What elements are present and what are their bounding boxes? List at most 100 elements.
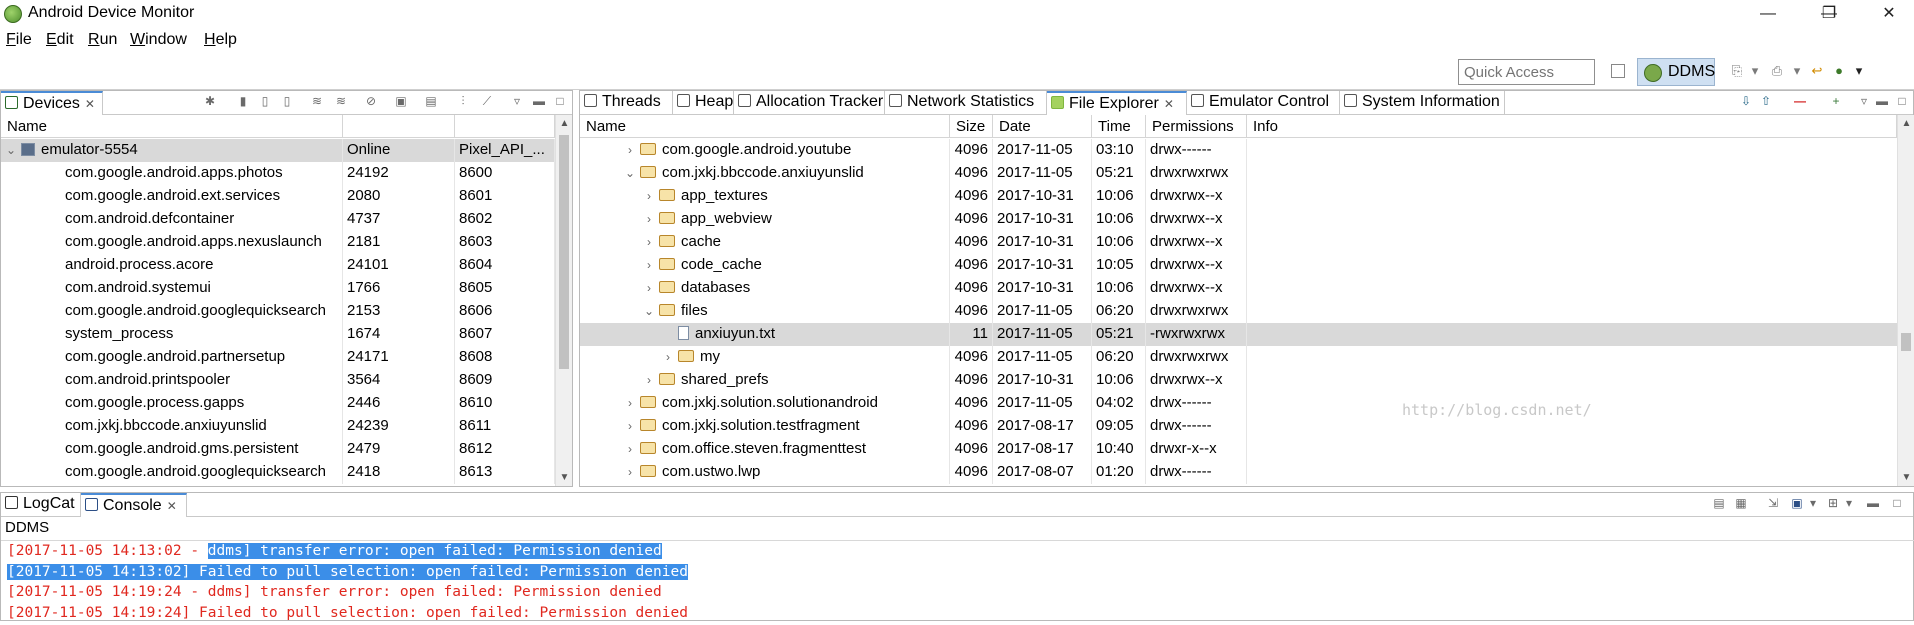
devices-scrollbar[interactable]: ▲ ▼ <box>555 115 572 486</box>
close-icon[interactable]: ✕ <box>1164 97 1174 111</box>
dump-hprof-icon[interactable]: ▯ <box>259 95 271 107</box>
folder-row[interactable]: › my 4096 2017-11-05 06:20 drwxrwxrwx <box>580 346 1897 369</box>
explorer-scroll-thumb[interactable] <box>1901 333 1911 351</box>
tab-console[interactable]: Console ✕ <box>81 493 187 517</box>
process-row[interactable]: com.jxkj.bbccode.anxiuyunslid 24239 8611 <box>1 415 555 438</box>
pin-console-icon[interactable]: ⇲ <box>1767 497 1779 509</box>
view-menu-icon[interactable]: ▿ <box>1858 95 1870 107</box>
chevron-right-icon[interactable]: › <box>643 189 655 203</box>
chevron-right-icon[interactable]: › <box>624 396 636 410</box>
process-row[interactable]: system_process 1674 8607 <box>1 323 555 346</box>
close-icon[interactable]: ✕ <box>167 499 177 513</box>
screen-capture-icon[interactable]: ▣ <box>395 95 407 107</box>
stop-process-icon[interactable]: ⊘ <box>365 95 377 107</box>
process-row[interactable]: com.google.android.partnersetup 24171 8608 <box>1 346 555 369</box>
scroll-up-icon[interactable]: ▲ <box>1898 115 1914 132</box>
folder-row[interactable]: › com.google.android.youtube 4096 2017-11-0… <box>580 139 1897 162</box>
close-icon[interactable]: ✕ <box>85 97 95 111</box>
explorer-header-info[interactable]: Info <box>1247 115 1897 138</box>
view-menu-icon[interactable]: ▿ <box>511 95 523 107</box>
process-row[interactable]: com.google.android.apps.nexuslaunch 2181 8… <box>1 231 555 254</box>
pull-file-icon[interactable]: ⇩ <box>1740 95 1752 107</box>
process-row[interactable]: android.process.acore 24101 8604 <box>1 254 555 277</box>
tab-logcat[interactable]: LogCat <box>1 493 81 517</box>
process-row[interactable]: com.android.systemui 1766 8605 <box>1 277 555 300</box>
push-file-icon[interactable]: ⇧ <box>1760 95 1772 107</box>
folder-row[interactable]: › cache 4096 2017-10-31 10:06 drwxrwx--x <box>580 231 1897 254</box>
file-row[interactable]: anxiuyun.txt 11 2017-11-05 05:21 -rwxrwxrwx <box>580 323 1897 346</box>
ddms-perspective-button[interactable]: DDMS <box>1637 58 1715 86</box>
menu-file[interactable]: File <box>6 31 32 49</box>
quick-access-input[interactable] <box>1458 59 1595 85</box>
display-console-icon[interactable]: ▣ <box>1791 497 1803 509</box>
maximize-icon[interactable]: □ <box>1891 497 1903 509</box>
explorer-header-name[interactable]: Name <box>580 115 950 138</box>
tab-network-statistics[interactable]: Network Statistics <box>885 91 1047 115</box>
clear-console-icon[interactable]: ▤ <box>1713 497 1725 509</box>
process-row[interactable]: com.google.process.gapps 2446 8610 <box>1 392 555 415</box>
tab-file-explorer[interactable]: File Explorer ✕ <box>1047 91 1187 115</box>
tab-heap[interactable]: Heap <box>673 91 734 115</box>
chevron-down-icon[interactable]: ▾ <box>1843 497 1855 509</box>
folder-row[interactable]: › app_textures 4096 2017-10-31 10:06 drwxrwx-… <box>580 185 1897 208</box>
folder-row[interactable]: › com.office.steven.fragmenttest 4096 2017-… <box>580 438 1897 461</box>
chevron-right-icon[interactable]: › <box>643 235 655 249</box>
chevron-down-icon[interactable]: ▾ <box>1748 64 1762 78</box>
tab-allocation-tracker[interactable]: Allocation Tracker <box>734 91 885 115</box>
delete-icon[interactable]: — <box>1794 95 1806 107</box>
menu-run[interactable]: Run <box>88 31 117 49</box>
folder-row[interactable]: › databases 4096 2017-10-31 10:06 drwxrwx--x <box>580 277 1897 300</box>
device-row-emulator[interactable]: ⌄ emulator-5554 Online Pixel_API_... <box>1 139 555 162</box>
chevron-right-icon[interactable]: › <box>643 258 655 272</box>
open-perspective-icon[interactable] <box>1611 64 1625 78</box>
chevron-right-icon[interactable]: › <box>662 350 674 364</box>
chevron-down-icon[interactable]: ⌄ <box>5 143 17 157</box>
chevron-right-icon[interactable]: › <box>643 373 655 387</box>
menu-help[interactable]: Help <box>204 31 237 49</box>
explorer-header-time[interactable]: Time <box>1092 115 1146 138</box>
folder-row[interactable]: ⌄ files 4096 2017-11-05 06:20 drwxrwxrwx <box>580 300 1897 323</box>
devices-scroll-thumb[interactable] <box>559 135 569 369</box>
scroll-lock-icon[interactable]: ▦ <box>1735 497 1747 509</box>
explorer-header-date[interactable]: Date <box>993 115 1092 138</box>
open-console-icon[interactable]: ⊞ <box>1827 497 1839 509</box>
tab-system-information[interactable]: System Information <box>1340 91 1505 115</box>
maximize-icon[interactable]: □ <box>554 95 566 107</box>
process-row[interactable]: com.google.android.apps.photos 24192 8600 <box>1 162 555 185</box>
process-row[interactable]: com.google.android.ext.services 2080 8601 <box>1 185 555 208</box>
process-row[interactable]: com.google.android.gms.persistent 2479 861… <box>1 438 555 461</box>
minimize-icon[interactable]: ▬ <box>1867 497 1879 509</box>
scroll-down-icon[interactable]: ▼ <box>556 469 573 486</box>
chevron-down-icon[interactable]: ▾ <box>1852 64 1866 78</box>
process-row[interactable]: com.google.android.googlequicksearch 2418… <box>1 461 555 484</box>
devices-header-name[interactable]: Name <box>1 115 343 138</box>
back-arrow-icon[interactable]: ↩ <box>1810 64 1824 78</box>
dump-view-hierarchy-icon[interactable]: ▤ <box>425 95 437 107</box>
menu-edit[interactable]: Edit <box>46 31 74 49</box>
folder-row[interactable]: › com.ustwo.lwp 4096 2017-08-07 01:20 drwx---… <box>580 461 1897 484</box>
android-debug-icon[interactable]: ● <box>1832 64 1846 78</box>
process-row[interactable]: com.android.defcontainer 4737 8602 <box>1 208 555 231</box>
devices-header-col2[interactable] <box>343 115 455 138</box>
explorer-scrollbar[interactable]: ▲ ▼ <box>1897 115 1914 486</box>
restore-window-button[interactable]: ❐ <box>1806 2 1852 26</box>
folder-row[interactable]: › code_cache 4096 2017-10-31 10:05 drwxrwx--x <box>580 254 1897 277</box>
menu-window[interactable]: Window <box>130 31 187 49</box>
chevron-down-icon[interactable]: ▾ <box>1807 497 1819 509</box>
chevron-right-icon[interactable]: › <box>624 465 636 479</box>
tab-devices[interactable]: Devices ✕ <box>1 91 103 115</box>
maximize-icon[interactable]: □ <box>1896 95 1908 107</box>
scroll-up-icon[interactable]: ▲ <box>556 115 573 132</box>
scroll-down-icon[interactable]: ▼ <box>1898 469 1914 486</box>
toolbar-action-icon[interactable]: ⎘ <box>1730 64 1744 78</box>
chevron-right-icon[interactable]: › <box>643 281 655 295</box>
explorer-header-permissions[interactable]: Permissions <box>1146 115 1247 138</box>
folder-row[interactable]: › com.jxkj.solution.solutionandroid 4096 20… <box>580 392 1897 415</box>
tab-emulator-control[interactable]: Emulator Control <box>1187 91 1340 115</box>
systrace-icon[interactable]: ⫶ <box>457 95 469 107</box>
tab-threads[interactable]: Threads <box>580 91 673 115</box>
new-folder-icon[interactable]: + <box>1830 95 1842 107</box>
chevron-right-icon[interactable]: › <box>624 143 636 157</box>
minimize-icon[interactable]: ▬ <box>1876 95 1888 107</box>
folder-row[interactable]: › shared_prefs 4096 2017-10-31 10:06 drwxrwx-… <box>580 369 1897 392</box>
